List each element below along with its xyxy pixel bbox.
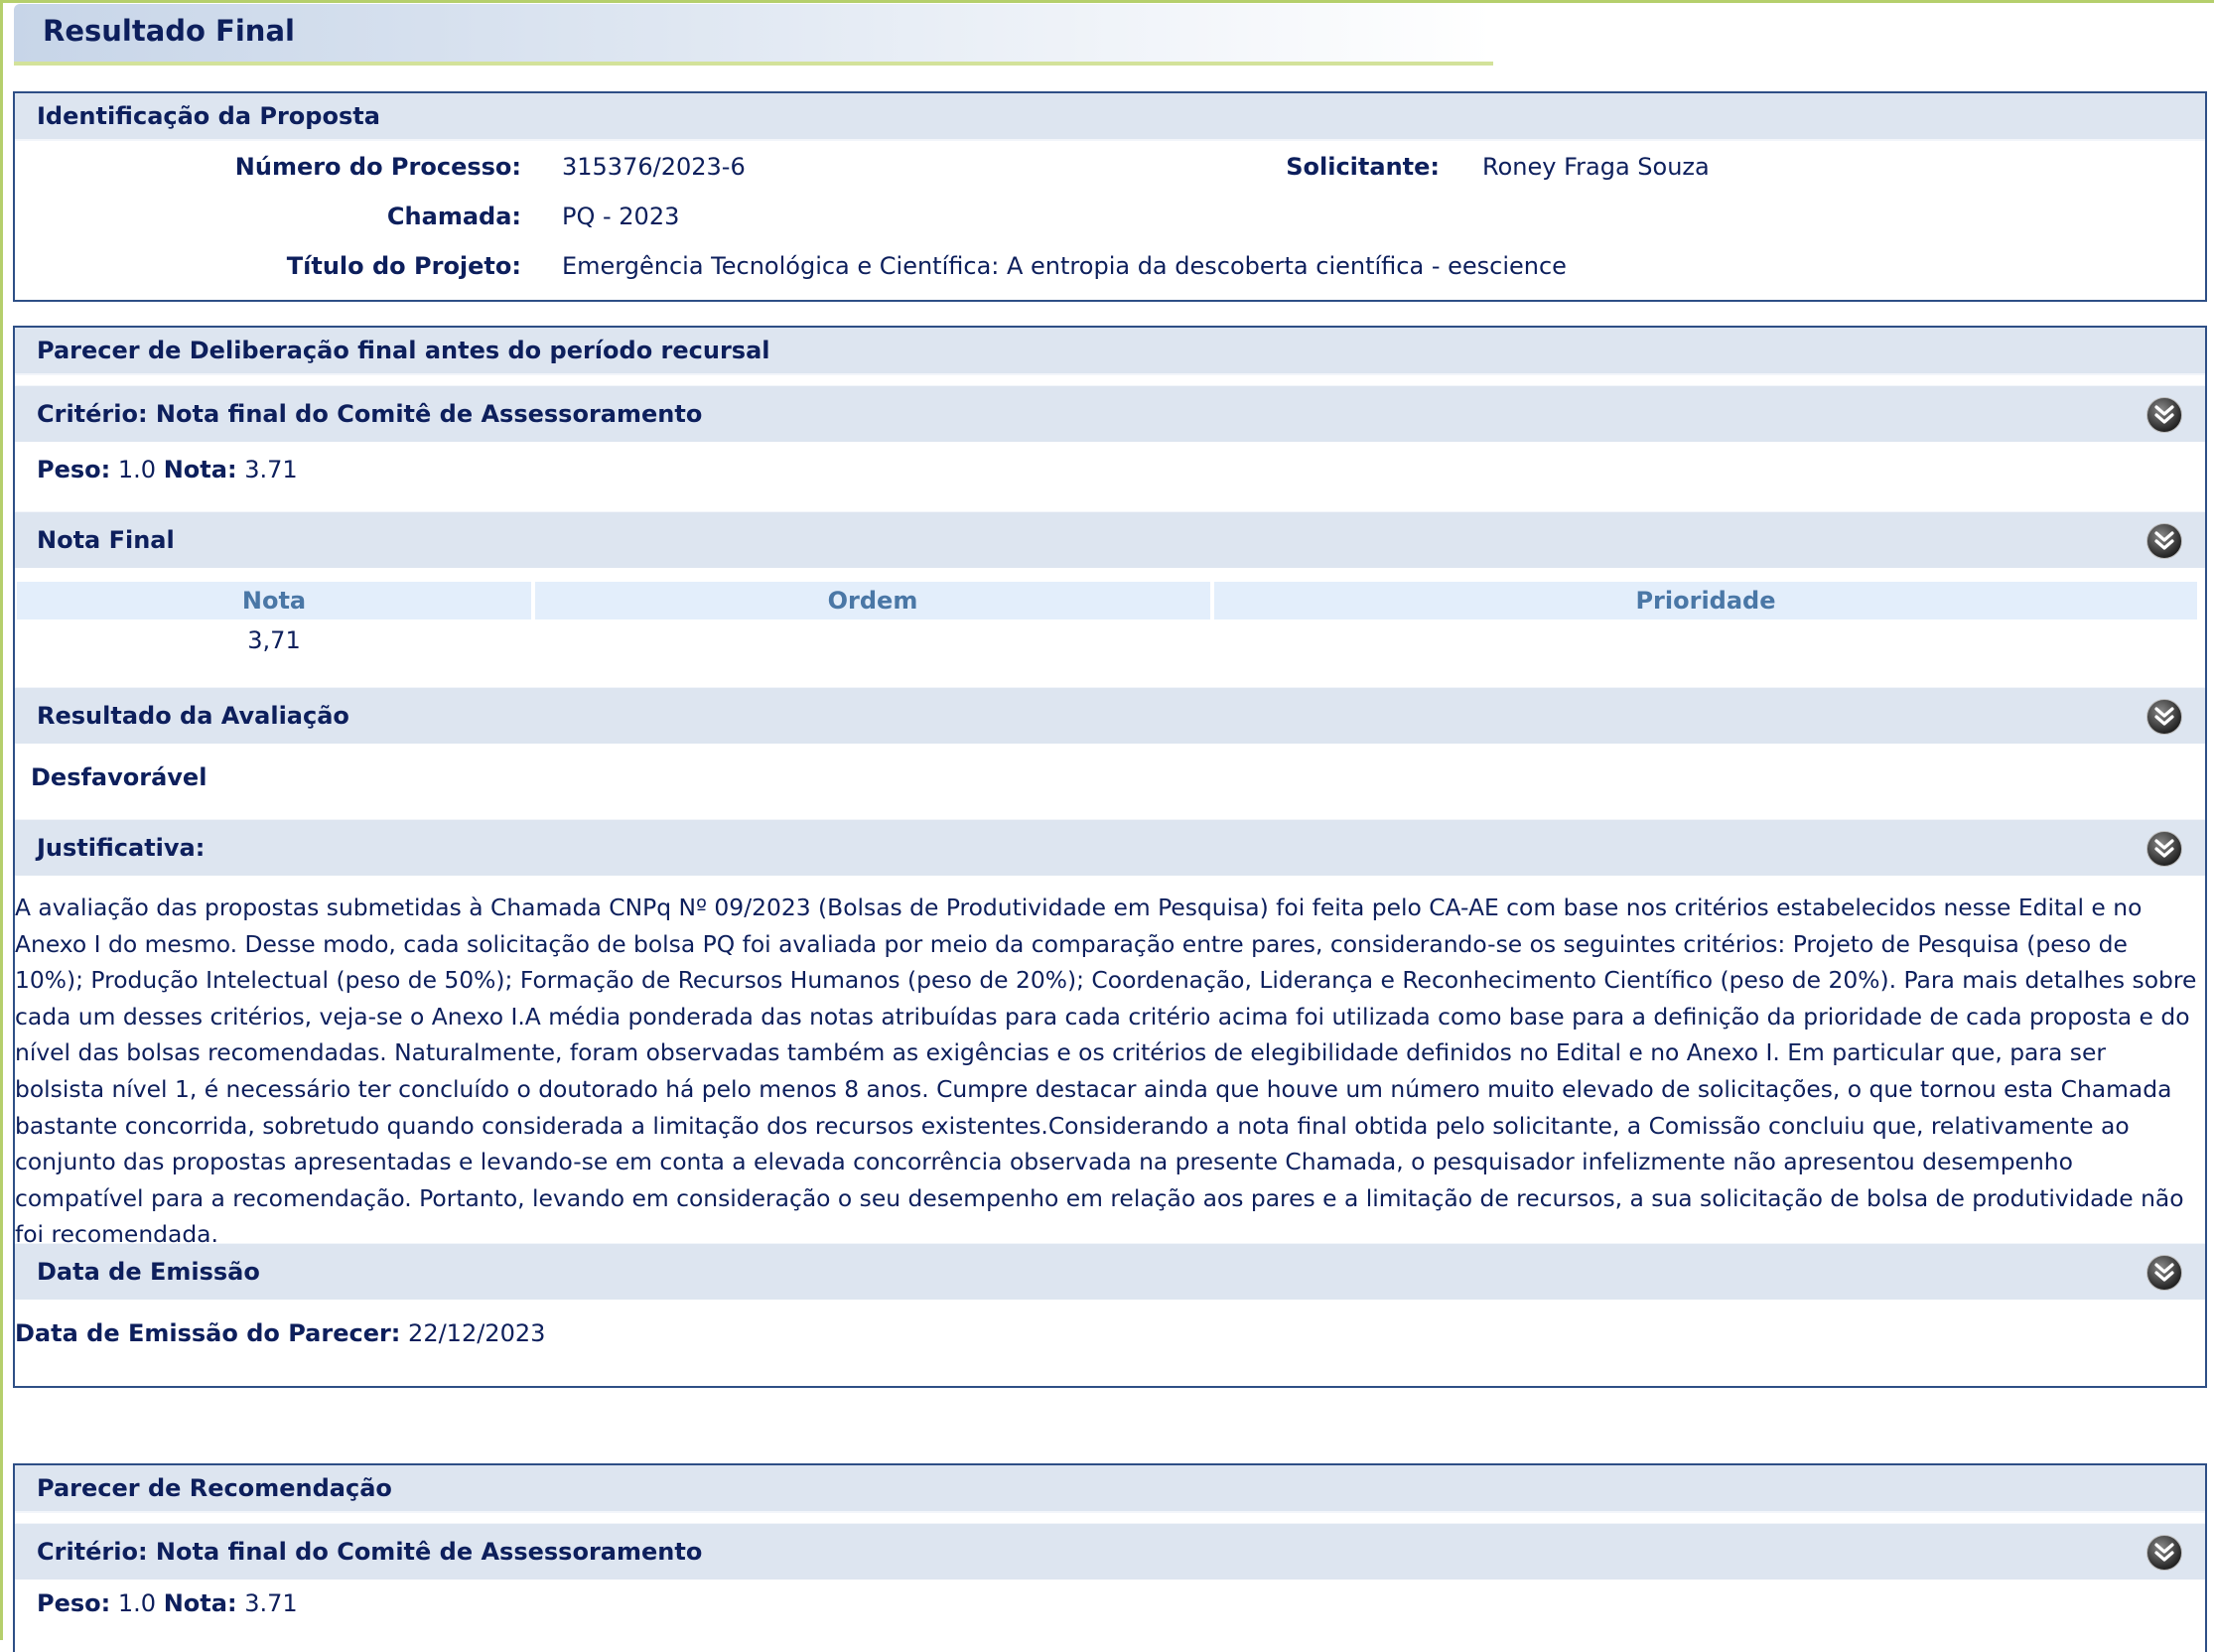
recomendacao-peso-label: Peso: [37, 1589, 111, 1617]
data-emissao-section-header[interactable]: Data de Emissão [15, 1243, 2205, 1300]
recomendacao-peso-value: 1.0 [117, 1589, 157, 1617]
cell-prioridade [1214, 620, 2197, 661]
recomendacao-heading: Parecer de Recomendação [15, 1465, 2205, 1513]
data-emissao-value: 22/12/2023 [408, 1319, 546, 1347]
resultado-section-header[interactable]: Resultado da Avaliação [15, 687, 2205, 744]
column-header-nota: Nota [17, 582, 531, 620]
resultado-value: Desfavorável [31, 763, 208, 791]
data-emissao-label: Data de Emissão do Parecer: [15, 1319, 401, 1347]
recomendacao-nota-label: Nota: [163, 1589, 237, 1617]
justificativa-text: A avaliação das propostas submetidas à C… [15, 894, 2197, 1243]
cell-ordem [535, 620, 1210, 661]
criterio-section-header[interactable]: Critério: Nota final do Comitê de Assess… [15, 385, 2205, 442]
double-chevron-down-icon[interactable] [2145, 698, 2183, 736]
peso-value: 1.0 [117, 456, 157, 483]
recomendacao-panel: Parecer de Recomendação Critério: Nota f… [13, 1463, 2207, 1652]
identificacao-panel: Identificação da Proposta Número do Proc… [13, 91, 2207, 302]
page-title: Resultado Final [43, 14, 295, 48]
double-chevron-down-icon[interactable] [2145, 1534, 2183, 1572]
nota-label: Nota: [163, 456, 237, 483]
identificacao-heading: Identificação da Proposta [15, 93, 2205, 141]
table-header-row: Nota Ordem Prioridade [17, 582, 2197, 620]
nota-final-table: Nota Ordem Prioridade 3,71 [13, 582, 2201, 661]
recomendacao-criterio-values: Peso: 1.0 Nota: 3.71 [15, 1580, 2205, 1629]
recomendacao-criterio-section-header[interactable]: Critério: Nota final do Comitê de Assess… [15, 1523, 2205, 1580]
numero-processo-label: Número do Processo: [234, 153, 521, 181]
double-chevron-down-icon[interactable] [2145, 522, 2183, 560]
resultado-heading: Resultado da Avaliação [37, 702, 349, 730]
titulo-projeto-value: Emergência Tecnológica e Científica: A e… [562, 252, 1567, 280]
titulo-projeto-label: Título do Projeto: [286, 252, 521, 280]
chamada-value: PQ - 2023 [562, 203, 680, 230]
column-header-ordem: Ordem [535, 582, 1210, 620]
criterio-values: Peso: 1.0 Nota: 3.71 [15, 442, 2205, 511]
justificativa-body: A avaliação das propostas submetidas à C… [15, 876, 2205, 1243]
recomendacao-criterio-heading: Critério: Nota final do Comitê de Assess… [37, 1538, 703, 1566]
double-chevron-down-icon[interactable] [2145, 396, 2183, 434]
data-emissao-body: Data de Emissão do Parecer: 22/12/2023 [15, 1300, 2205, 1379]
recomendacao-nota-value: 3.71 [244, 1589, 298, 1617]
numero-processo-value: 315376/2023-6 [562, 153, 746, 181]
nota-value: 3.71 [244, 456, 298, 483]
deliberacao-heading: Parecer de Deliberação final antes do pe… [15, 328, 2205, 375]
justificativa-section-header[interactable]: Justificativa: [15, 819, 2205, 876]
nota-final-section-header[interactable]: Nota Final [15, 511, 2205, 568]
deliberacao-panel: Parecer de Deliberação final antes do pe… [13, 326, 2207, 1388]
solicitante-value: Roney Fraga Souza [1482, 153, 1710, 181]
justificativa-heading: Justificativa: [37, 834, 206, 862]
criterio-heading: Critério: Nota final do Comitê de Assess… [37, 400, 703, 428]
data-emissao-heading: Data de Emissão [37, 1258, 260, 1286]
nota-final-table-wrap: Nota Ordem Prioridade 3,71 [15, 568, 2205, 687]
cell-nota: 3,71 [247, 626, 301, 654]
page-title-bar: Resultado Final [14, 4, 1493, 66]
double-chevron-down-icon[interactable] [2145, 1254, 2183, 1292]
resultado-body: Desfavorável [15, 744, 2205, 819]
chamada-label: Chamada: [386, 203, 521, 230]
table-row: 3,71 [17, 620, 2197, 661]
peso-label: Peso: [37, 456, 111, 483]
double-chevron-down-icon[interactable] [2145, 830, 2183, 868]
nota-final-heading: Nota Final [37, 526, 175, 554]
column-header-prioridade: Prioridade [1214, 582, 2197, 620]
solicitante-label: Solicitante: [1286, 153, 1440, 181]
